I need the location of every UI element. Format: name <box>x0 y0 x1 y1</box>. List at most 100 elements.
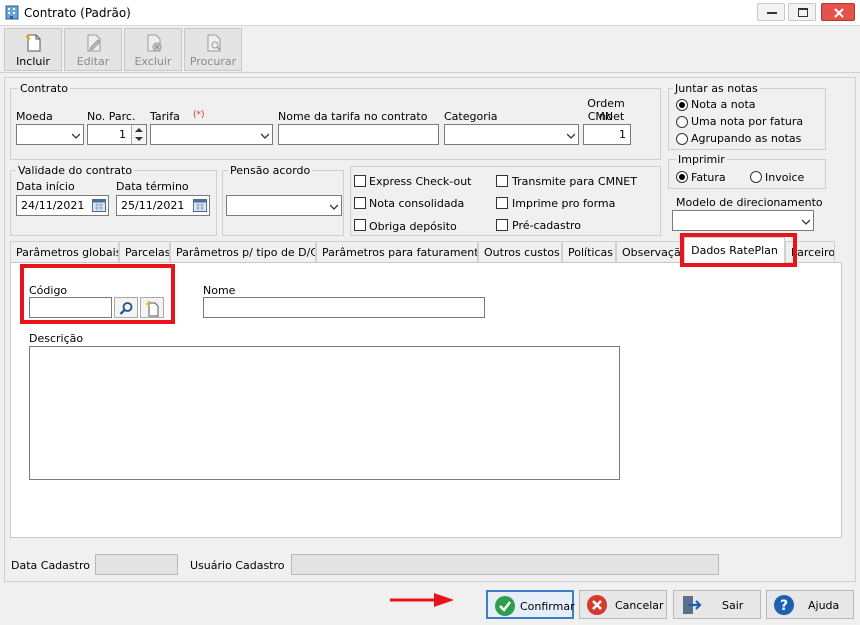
tab-observacao[interactable]: Observação <box>616 241 684 263</box>
ordem-value: 1 <box>619 128 626 141</box>
edit-document-icon <box>87 34 101 52</box>
ordem-label-line2: CMNet <box>587 110 625 123</box>
window-title: Contrato (Padrão) <box>24 6 131 20</box>
nome-input[interactable] <box>203 297 485 318</box>
nota-consolidada-checkbox[interactable] <box>354 197 366 209</box>
usuario-cadastro-label: Usuário Cadastro <box>190 559 285 572</box>
ajuda-button[interactable]: ? Ajuda <box>766 590 854 619</box>
spin-arrows-icon <box>135 128 143 141</box>
pre-cadastro-checkbox[interactable] <box>496 219 508 231</box>
data-inicio-label: Data início <box>16 180 75 193</box>
tab-label: Parâmetros para faturamento <box>322 246 478 259</box>
radio-agrupando[interactable] <box>676 133 688 145</box>
maximize-button[interactable] <box>788 3 816 21</box>
excluir-label: Excluir <box>134 55 172 68</box>
data-termino-value: 25/11/2021 <box>121 199 185 212</box>
categoria-label: Categoria <box>444 110 498 123</box>
procurar-button[interactable]: Procurar <box>184 28 242 71</box>
radio-uma-nota-label: Uma nota por fatura <box>691 115 804 128</box>
editar-button[interactable]: Editar <box>64 28 122 71</box>
nota-consolidada-label: Nota consolidada <box>369 197 465 210</box>
radio-fatura[interactable] <box>676 171 688 183</box>
check-circle-icon <box>495 596 515 616</box>
tab-label: Outros custos <box>484 246 560 259</box>
tab-parametros-faturamento[interactable]: Parâmetros para faturamento <box>316 241 478 263</box>
chevron-down-icon <box>261 133 269 139</box>
chevron-down-icon <box>567 133 575 139</box>
radio-agrupando-label: Agrupando as notas <box>691 132 802 145</box>
excluir-button[interactable]: Excluir <box>124 28 182 71</box>
cancelar-button[interactable]: Cancelar <box>579 590 667 619</box>
modelo-select[interactable] <box>672 210 814 231</box>
tab-label: Parceiros <box>791 246 835 259</box>
tab-label: Políticas <box>568 246 613 259</box>
maximize-icon <box>798 8 808 17</box>
nome-label: Nome <box>203 284 236 297</box>
moeda-select[interactable] <box>16 124 84 145</box>
radio-uma-nota-por-fatura[interactable] <box>676 116 688 128</box>
tab-label: Parâmetros p/ tipo de D/C <box>176 246 316 259</box>
tab-parametros-tipo-dc[interactable]: Parâmetros p/ tipo de D/C <box>170 241 316 263</box>
chevron-down-icon <box>802 219 810 225</box>
tab-parametros-globais[interactable]: Parâmetros globais <box>10 241 119 263</box>
exit-door-icon <box>683 596 702 614</box>
data-termino-label: Data término <box>116 180 189 193</box>
incluir-label: Incluir <box>16 55 50 68</box>
tab-label: Observação <box>622 246 684 259</box>
close-icon <box>834 8 844 18</box>
validade-group-label: Validade do contrato <box>16 164 135 177</box>
contrato-group-label: Contrato <box>18 82 71 95</box>
chevron-down-icon <box>330 204 338 210</box>
usuario-cadastro-field <box>291 554 719 575</box>
confirmar-button[interactable]: Confirmar <box>486 590 575 619</box>
radio-invoice[interactable] <box>750 171 762 183</box>
express-checkout-checkbox[interactable] <box>354 175 366 187</box>
tab-parcelas[interactable]: Parcelas <box>119 241 170 263</box>
tab-label: Parâmetros globais <box>16 246 119 259</box>
ordem-input[interactable]: 1 <box>583 124 631 145</box>
tarifa-select[interactable] <box>150 124 273 145</box>
minimize-icon <box>767 12 777 14</box>
tarifa-required-mark: (*) <box>193 110 205 120</box>
pensao-select[interactable] <box>226 195 342 216</box>
parc-spin[interactable] <box>131 125 146 144</box>
radio-nota-a-nota-label: Nota a nota <box>691 98 756 111</box>
tarifa-label: Tarifa <box>150 110 180 123</box>
imprime-pro-forma-checkbox[interactable] <box>496 197 508 209</box>
close-button[interactable] <box>821 3 855 21</box>
chevron-down-icon <box>72 133 80 139</box>
calendar-icon[interactable] <box>92 198 106 212</box>
descricao-textarea[interactable] <box>29 346 620 480</box>
data-cadastro-label: Data Cadastro <box>11 559 90 572</box>
categoria-select[interactable] <box>444 124 579 145</box>
transmite-cmnet-checkbox[interactable] <box>496 175 508 187</box>
obriga-deposito-label: Obriga depósito <box>369 220 457 233</box>
radio-nota-a-nota[interactable] <box>676 99 688 111</box>
nome-tarifa-input[interactable] <box>278 124 439 145</box>
tab-outros-custos[interactable]: Outros custos <box>478 241 562 263</box>
nome-tarifa-label: Nome da tarifa no contrato <box>278 110 428 123</box>
procurar-label: Procurar <box>189 55 237 68</box>
calendar-icon[interactable] <box>193 198 207 212</box>
search-document-icon <box>207 34 221 52</box>
descricao-label: Descrição <box>29 332 84 345</box>
imprimir-group-label: Imprimir <box>676 153 727 166</box>
tab-label: Parcelas <box>125 246 170 259</box>
title-bar: Contrato (Padrão) <box>0 0 860 26</box>
tab-politicas[interactable]: Políticas <box>562 241 616 263</box>
confirmar-label: Confirmar <box>520 600 575 613</box>
moeda-label: Moeda <box>16 110 53 123</box>
parc-value: 1 <box>119 128 126 141</box>
sair-button[interactable]: Sair <box>673 590 761 619</box>
ajuda-label: Ajuda <box>808 599 840 612</box>
cancel-circle-icon <box>587 595 607 615</box>
data-inicio-value: 24/11/2021 <box>21 199 85 212</box>
express-checkout-label: Express Check-out <box>369 175 472 188</box>
sair-label: Sair <box>722 599 744 612</box>
juntar-group-label: Juntar as notas <box>673 82 760 95</box>
incluir-button[interactable]: Incluir <box>4 28 62 71</box>
pre-cadastro-label: Pré-cadastro <box>512 219 582 232</box>
minimize-button[interactable] <box>757 3 785 21</box>
obriga-deposito-checkbox[interactable] <box>354 219 366 231</box>
editar-label: Editar <box>76 55 110 68</box>
